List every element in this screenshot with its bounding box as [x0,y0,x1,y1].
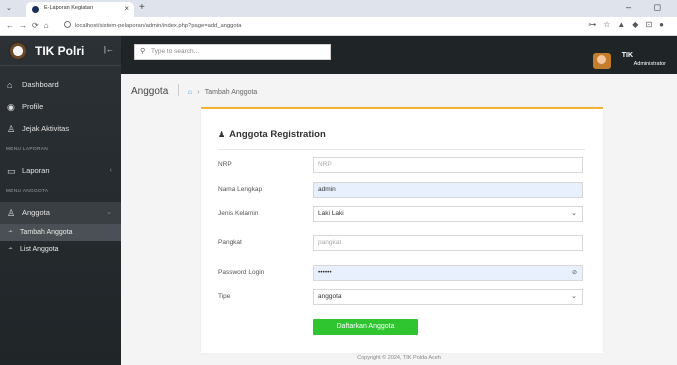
tab-title: E-Laporan Kegiatan [44,5,93,11]
nav-buttons[interactable]: ←→⟳⌂ [6,21,54,30]
sidebar: TIK Polri |← ⌂ Dashboard ◉ Profile ♙ Jej… [0,36,121,365]
chevron-down-icon: ⌄ [106,209,112,216]
address-bar: ←→⟳⌂ localhost/sistem-pelaporan/admin/in… [0,17,677,36]
new-tab-button[interactable]: + [139,2,145,13]
tipe-select[interactable]: anggota ⌄ [313,289,583,305]
sidebar-item-label: Laporan [22,166,50,175]
tipe-label: Tipe [218,293,231,300]
sidebar-item-label: Profile [22,102,44,111]
jenis-kelamin-select[interactable]: Laki Laki ⌄ [313,206,583,222]
url-field[interactable]: localhost/sistem-pelaporan/admin/index.p… [64,21,241,29]
card-divider [218,149,585,150]
password-label: Password Login [218,269,265,276]
topbar: ⚲ Type to search... TIK Administrator [121,36,677,74]
sidebar-collapse-icon[interactable]: |← [104,45,114,54]
window-controls[interactable]: – ◻ [626,2,671,13]
search-icon: ⚲ [140,48,146,55]
home-icon[interactable]: ⌂ [188,89,192,96]
sidebar-item-profile[interactable]: ◉ Profile [0,96,121,118]
nama-lengkap-label: Nama Lengkap [218,186,263,193]
sidebar-item-label: Dashboard [22,80,59,89]
home-icon: ⌂ [7,80,13,90]
sidebar-item-dashboard[interactable]: ⌂ Dashboard [0,74,121,96]
user-icon: ♙ [7,208,16,218]
url-text: localhost/sistem-pelaporan/admin/index.p… [75,23,242,29]
chevron-down-icon: ⌄ [571,210,577,217]
sidebar-subitem-tambah-anggota[interactable]: ➛ Tambah Anggota [0,224,121,241]
registration-card: ♟ Anggota Registration NRP NRP Nama Lengk… [201,107,603,353]
chevron-right-icon: › [197,89,200,96]
pangkat-field[interactable]: pangkat [313,235,583,251]
chevron-left-icon: ‹ [109,167,112,174]
card-title: ♟ Anggota Registration [218,129,326,140]
main-content: Anggota ⌂ › Tambah Anggota ♟ Anggota Regi… [121,74,677,365]
browser-toolbar-icons[interactable]: ⊶☆▲◆⊡● [588,20,671,29]
sidebar-brand: TIK Polri |← [0,36,121,66]
breadcrumb: Anggota ⌂ › Tambah Anggota [131,84,257,98]
sidebar-item-label: Anggota [22,208,50,217]
user-name[interactable]: TIK [622,52,633,59]
search-input[interactable]: ⚲ Type to search... [134,44,331,60]
user-role: Administrator [633,61,666,67]
menu-header-laporan: MENU LAPORAN [6,147,48,152]
sidebar-item-laporan[interactable]: ▭ Laporan ‹ [0,160,121,182]
pangkat-label: Pangkat [218,239,242,246]
favicon-icon [32,6,39,13]
footer-copyright: Copyright © 2024, TIK Polda Aceh [357,355,441,361]
nrp-field[interactable]: NRP [313,157,583,173]
chevron-down-icon: ⌄ [571,293,577,300]
site-info-icon[interactable] [64,21,71,28]
breadcrumb-current: Tambah Anggota [204,89,258,96]
page-title: Anggota [131,86,169,97]
nama-lengkap-field[interactable]: admin [313,182,583,198]
browser-tabbar: ⌄ E-Laporan Kegiatan × + – ◻ [0,0,677,17]
arrow-right-icon: ➛ [8,229,14,235]
brand-name: TIK Polri [35,44,85,58]
tab-search-icon[interactable]: ⌄ [6,4,12,12]
avatar[interactable] [593,53,611,69]
search-placeholder: Type to search... [151,48,200,55]
tipe-value: anggota [318,293,342,300]
tab-close-icon[interactable]: × [124,4,129,13]
nrp-label: NRP [218,161,232,168]
breadcrumb-divider [177,84,179,96]
sidebar-subitem-label: Tambah Anggota [20,229,73,236]
daftarkan-anggota-button[interactable]: Daftarkan Anggota [313,319,418,335]
sidebar-item-jejak-aktivitas[interactable]: ♙ Jejak Aktivitas [0,118,121,140]
sidebar-subitem-list-anggota[interactable]: ➛ List Anggota [0,241,121,258]
sidebar-item-label: Jejak Aktivitas [22,124,70,133]
user-icon: ♟ [218,130,226,139]
password-field[interactable]: •••••• ⊘ [313,265,583,281]
polri-logo-icon [8,41,28,61]
user-circle-icon: ◉ [7,102,15,112]
menu-header-anggota: MENU ANGGOTA [6,189,49,194]
arrow-right-icon: ➛ [8,246,14,252]
jenis-kelamin-label: Jenis Kelamin [218,210,259,217]
sidebar-subitem-label: List Anggota [20,246,59,253]
monitor-icon: ▭ [7,166,16,176]
sidebar-item-anggota[interactable]: ♙ Anggota ⌄ [0,202,121,224]
jenis-kelamin-value: Laki Laki [318,210,344,217]
password-value: •••••• [318,269,332,276]
users-icon: ♙ [7,124,16,134]
browser-tab[interactable]: E-Laporan Kegiatan × [26,2,134,17]
eye-slash-icon[interactable]: ⊘ [572,266,577,280]
